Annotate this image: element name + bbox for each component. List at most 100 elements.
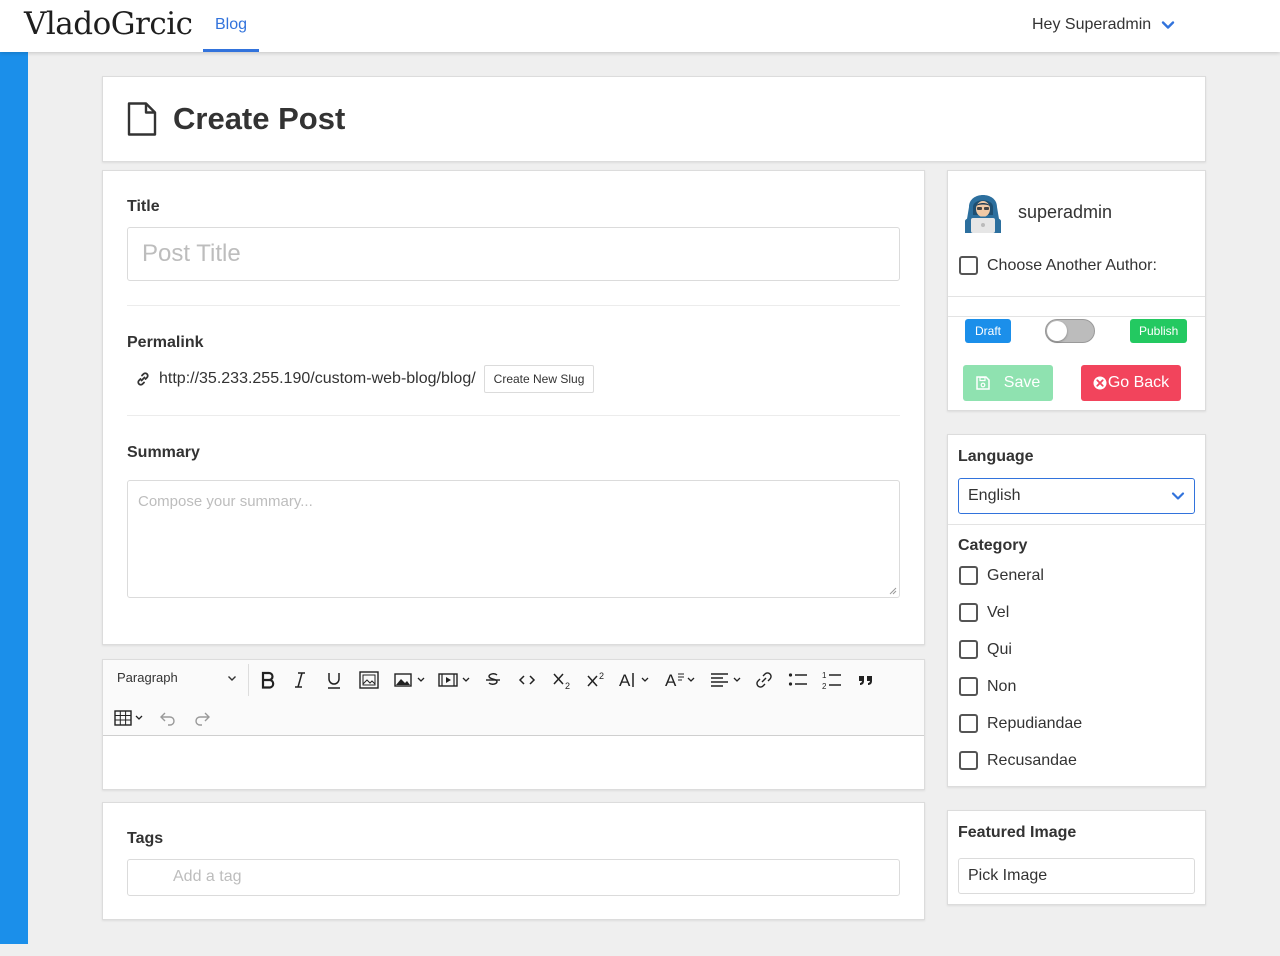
go-back-button[interactable]: Go Back [1081,365,1181,401]
choose-author-checkbox[interactable]: Choose Another Author: [959,256,1157,275]
permalink-label: Permalink [127,334,204,351]
close-circle-icon [1093,376,1107,390]
checkbox[interactable] [959,566,978,585]
bulleted-list-icon[interactable] [788,670,808,690]
superscript-icon[interactable]: 2 [586,670,606,690]
checkbox[interactable] [959,751,978,770]
category-checkbox-repudiandae[interactable]: Repudiandae [959,714,1082,733]
category-label-repudiandae: Repudiandae [987,714,1083,732]
divider [948,524,1205,525]
link-icon[interactable] [755,670,773,690]
font-style-icon[interactable]: A [664,670,698,690]
category-checkbox-non[interactable]: Non [959,677,1016,696]
strikethrough-icon[interactable] [484,670,502,690]
save-button[interactable]: Save [963,365,1053,401]
table-icon[interactable] [114,708,148,728]
toolbar-divider [248,664,249,696]
bold-icon[interactable] [260,670,276,690]
category-label: Category [958,537,1028,554]
font-size-icon[interactable]: A [618,670,652,690]
redo-icon[interactable] [193,708,211,728]
paragraph-select-label: Paragraph [117,670,178,685]
title-label: Title [127,198,160,215]
svg-text:A: A [665,671,677,690]
nav-item-blog[interactable]: Blog [203,0,259,52]
title-input[interactable]: Post Title [127,227,900,281]
checkbox[interactable] [959,640,978,659]
save-icon [976,376,990,390]
save-label: Save [1003,374,1041,391]
publish-badge: Publish [1130,319,1188,343]
image-dropdown-icon[interactable] [394,670,428,690]
paragraph-select[interactable]: Paragraph [117,670,237,685]
media-icon[interactable] [438,670,472,690]
featured-image-card: Featured Image Pick Image [947,810,1206,905]
go-back-label: Go Back [1107,374,1170,391]
post-form-card: Title Post Title Permalink http://35.233… [102,170,925,645]
document-icon [127,102,157,136]
checkbox[interactable] [959,714,978,733]
category-checkbox-recusandae[interactable]: Recusandae [959,751,1077,770]
underline-icon[interactable] [326,670,342,690]
resize-grip-icon[interactable] [889,587,897,595]
user-menu[interactable]: Hey Superadmin [1032,16,1175,34]
checkbox[interactable] [959,603,978,622]
language-selected: English [968,487,1021,504]
category-checkbox-qui[interactable]: Qui [959,640,1012,659]
draft-badge: Draft [965,319,1012,343]
svg-text:2: 2 [822,682,827,690]
top-navbar: VladoGrcic Blog Hey Superadmin [0,0,1280,52]
category-label-general: General [987,566,1044,584]
tags-input[interactable]: Add a tag [127,859,900,896]
pick-image-button[interactable]: Pick Image [958,858,1195,894]
publish-toggle[interactable] [1045,319,1095,343]
summary-label: Summary [127,444,200,461]
link-icon [137,372,149,386]
category-label-non: Non [987,677,1017,695]
author-name: superadmin [1018,202,1113,222]
image-insert-icon[interactable] [359,670,379,690]
page-header: Create Post [102,76,1206,162]
subscript-icon[interactable]: 2 [552,670,572,690]
site-logo[interactable]: VladoGrcic [24,6,193,42]
editor-content-area[interactable] [103,737,924,789]
quote-icon[interactable] [857,670,875,690]
italic-icon[interactable] [293,670,307,690]
tags-card: Tags Add a tag [102,802,925,920]
align-icon[interactable] [710,670,744,690]
svg-text:1: 1 [822,671,827,680]
svg-text:A: A [619,671,631,690]
checkbox[interactable] [959,256,978,275]
publish-card: superadmin Choose Another Author: Draft … [947,170,1206,411]
page-title: Create Post [173,101,346,136]
divider [127,305,900,306]
permalink-url[interactable]: http://35.233.255.190/custom-web-blog/bl… [159,370,476,388]
category-label-vel: Vel [987,603,1010,621]
create-new-slug-button[interactable]: Create New Slug [483,365,595,393]
category-checkbox-general[interactable]: General [959,566,1044,585]
tags-label: Tags [127,830,164,847]
category-checkbox-vel[interactable]: Vel [959,603,1009,622]
featured-image-label: Featured Image [958,824,1077,841]
summary-placeholder: Compose your summary... [138,493,313,510]
sidebar-stripe [0,52,28,944]
code-icon[interactable] [518,670,536,690]
undo-icon[interactable] [159,708,177,728]
checkbox[interactable] [959,677,978,696]
chevron-down-icon [1171,492,1185,500]
numbered-list-icon[interactable]: 12 [822,670,842,690]
rich-text-editor: Paragraph 2 2 A A 1 2 [102,659,925,790]
category-label-qui: Qui [987,640,1012,658]
category-label-recusandae: Recusandae [987,751,1077,769]
permalink-row: http://35.233.255.190/custom-web-blog/bl… [135,365,595,393]
language-category-card: Language English Category General Vel Qu… [947,434,1206,787]
chevron-down-icon [1161,21,1175,29]
summary-textarea[interactable]: Compose your summary... [127,480,900,598]
avatar [965,195,1001,233]
svg-text:2: 2 [565,681,570,690]
chevron-down-icon [228,675,236,681]
divider [948,296,1205,317]
language-select[interactable]: English [958,478,1195,514]
toggle-knob [1047,321,1067,341]
editor-toolbar: Paragraph 2 2 A A 1 2 [103,660,924,736]
